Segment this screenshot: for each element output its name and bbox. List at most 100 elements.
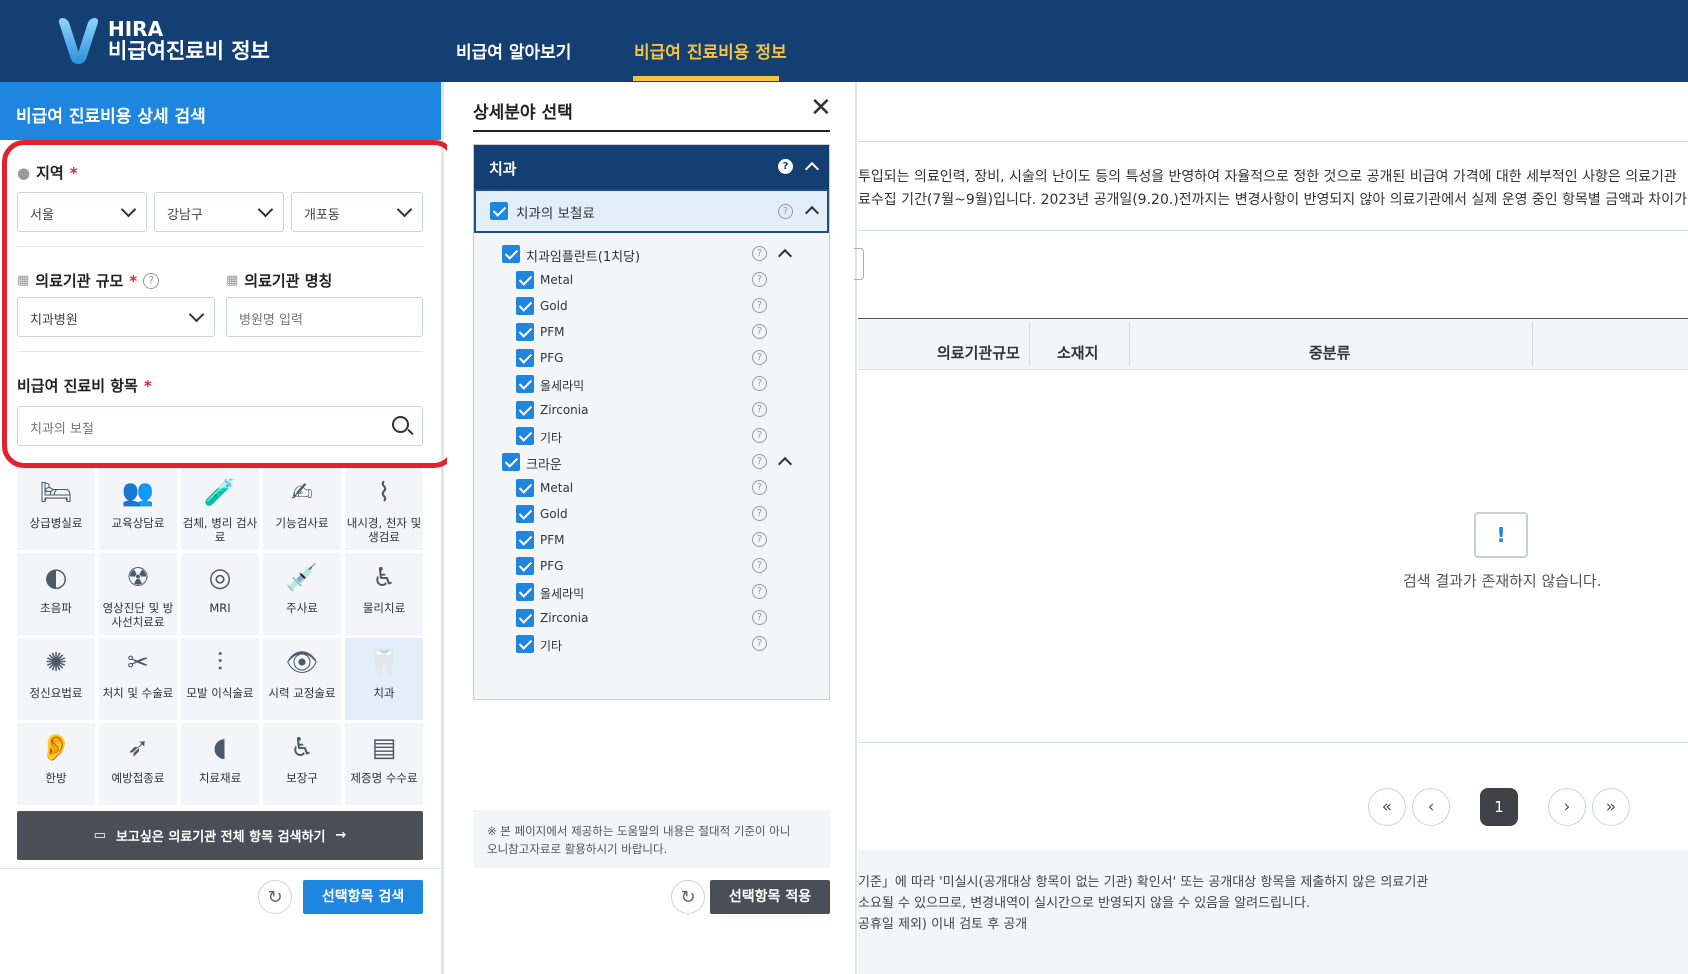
category-hair[interactable]: ⫶ 모발 이식술료 <box>181 638 259 720</box>
category-ultrasound[interactable]: ◐ 초음파 <box>17 553 95 635</box>
hospital-name-input[interactable]: 병원명 입력 <box>226 297 423 337</box>
checkbox[interactable] <box>516 557 534 575</box>
checkbox[interactable] <box>516 635 534 653</box>
tree-item-dental-prosthesis[interactable]: 치과의 보철료 ? <box>474 189 829 233</box>
tree-item[interactable]: Gold? <box>474 501 829 527</box>
help-icon[interactable]: ? <box>752 636 767 651</box>
region-dong-select[interactable]: 개포동 <box>291 192 423 232</box>
checkbox[interactable] <box>516 323 534 341</box>
tree-item[interactable]: Metal? <box>474 475 829 501</box>
help-icon[interactable]: ? <box>752 558 767 573</box>
category-acupuncture[interactable]: 👂 한방 <box>17 723 95 805</box>
checkbox[interactable] <box>516 297 534 315</box>
tree-item[interactable]: 올세라믹? <box>474 579 829 605</box>
search-selected-button[interactable]: 선택항목 검색 <box>303 880 423 914</box>
chevron-up-icon[interactable] <box>804 161 820 177</box>
checkbox[interactable] <box>516 349 534 367</box>
tree-group-group2[interactable]: 크라운? <box>474 449 829 475</box>
tree-header-dental[interactable]: 치과 ? <box>474 145 829 189</box>
category-function-test[interactable]: ✍ 기능검사료 <box>263 468 341 550</box>
tree-item[interactable]: PFM? <box>474 527 829 553</box>
tree-item[interactable]: PFM? <box>474 319 829 345</box>
help-icon[interactable]: ? <box>752 246 767 261</box>
help-icon[interactable]: ? <box>143 272 160 289</box>
item-search-input[interactable]: 치과의 보철 <box>17 406 423 446</box>
category-material[interactable]: ◖ 치료재료 <box>181 723 259 805</box>
category-specimen[interactable]: 🧪 검체, 병리 검사료 <box>181 468 259 550</box>
page-next-button[interactable]: › <box>1548 788 1586 826</box>
category-physical-therapy[interactable]: ♿ 물리치료 <box>345 553 423 635</box>
category-consultation[interactable]: 👥 교육상담료 <box>99 468 177 550</box>
tree-item[interactable]: 기타? <box>474 631 829 657</box>
close-icon[interactable]: ✕ <box>810 95 832 121</box>
nav-noncovered-info[interactable]: 비급여 알아보기 <box>456 38 571 63</box>
help-icon[interactable]: ? <box>752 402 767 417</box>
tree-item[interactable]: 올세라믹? <box>474 371 829 397</box>
category-eye[interactable]: 👁 시력 교정술료 <box>263 638 341 720</box>
page-first-button[interactable]: « <box>1368 788 1406 826</box>
full-search-button[interactable]: ▭ 보고싶은 의료기관 전체 항목 검색하기 → <box>17 811 423 860</box>
checkbox[interactable] <box>516 505 534 523</box>
tree-item[interactable]: PFG? <box>474 553 829 579</box>
chevron-up-icon[interactable] <box>777 456 793 472</box>
category-vaccine[interactable]: ➶ 예방접종료 <box>99 723 177 805</box>
checkbox[interactable] <box>516 609 534 627</box>
tree-item[interactable]: PFG? <box>474 345 829 371</box>
tree-group-group1[interactable]: 치과임플란트(1치당)? <box>474 241 829 267</box>
help-icon[interactable]: ? <box>752 584 767 599</box>
help-icon[interactable]: ? <box>752 324 767 339</box>
checkbox[interactable] <box>516 401 534 419</box>
category-brain[interactable]: ✺ 정신요법료 <box>17 638 95 720</box>
help-icon[interactable]: ? <box>778 159 793 174</box>
checkbox[interactable] <box>516 427 534 445</box>
checkbox[interactable] <box>490 202 508 220</box>
help-icon[interactable]: ? <box>752 350 767 365</box>
checkbox[interactable] <box>516 531 534 549</box>
tree-item[interactable]: Metal? <box>474 267 829 293</box>
checkbox[interactable] <box>516 271 534 289</box>
help-icon[interactable]: ? <box>752 506 767 521</box>
scale-select[interactable]: 치과병원 <box>17 297 215 337</box>
chevron-up-icon[interactable] <box>777 248 793 264</box>
reset-icon[interactable]: ↻ <box>258 880 292 914</box>
category-mri[interactable]: ◎ MRI <box>181 553 259 635</box>
category-syringe[interactable]: 💉 주사료 <box>263 553 341 635</box>
nav-noncovered-cost[interactable]: 비급여 진료비용 정보 <box>634 38 787 63</box>
help-icon[interactable]: ? <box>752 610 767 625</box>
category-radiology[interactable]: ☢ 영상진단 및 방사선치료료 <box>99 553 177 635</box>
hira-logo[interactable]: HIRA 비급여진료비 정보 <box>57 18 270 64</box>
category-tooth[interactable]: 🦷 치과 <box>345 638 423 720</box>
help-icon[interactable]: ? <box>752 480 767 495</box>
page-prev-button[interactable]: ‹ <box>1412 788 1450 826</box>
help-icon[interactable]: ? <box>752 298 767 313</box>
help-icon[interactable]: ? <box>752 428 767 443</box>
help-icon[interactable]: ? <box>752 454 767 469</box>
tree-item[interactable]: 기타? <box>474 423 829 449</box>
reset-icon[interactable]: ↻ <box>671 880 705 914</box>
checkbox[interactable] <box>516 375 534 393</box>
apply-selected-button[interactable]: 선택항목 적용 <box>710 880 830 914</box>
category-scalpel[interactable]: ✂ 처치 및 수술료 <box>99 638 177 720</box>
page-last-button[interactable]: » <box>1592 788 1630 826</box>
checkbox[interactable] <box>502 453 520 471</box>
help-icon[interactable]: ? <box>752 272 767 287</box>
checkbox[interactable] <box>516 583 534 601</box>
category-wheelchair[interactable]: ♿ 보장구 <box>263 723 341 805</box>
page-current-button[interactable]: 1 <box>1480 788 1518 826</box>
chevron-up-icon[interactable] <box>804 205 820 221</box>
category-hospital-bed[interactable]: 🛏 상급병실료 <box>17 468 95 550</box>
category-certificate[interactable]: ▤ 제증명 수수료 <box>345 723 423 805</box>
input-edge[interactable] <box>854 248 864 280</box>
help-icon[interactable]: ? <box>778 204 793 219</box>
tree-item[interactable]: Zirconia? <box>474 605 829 631</box>
checkbox[interactable] <box>516 479 534 497</box>
help-icon[interactable]: ? <box>752 376 767 391</box>
tree-item[interactable]: Zirconia? <box>474 397 829 423</box>
region-sido-select[interactable]: 서울 <box>17 192 147 232</box>
tree-item[interactable]: Gold? <box>474 293 829 319</box>
region-sigungu-select[interactable]: 강남구 <box>154 192 284 232</box>
category-endoscope[interactable]: ⌇ 내시경, 천자 및 생검료 <box>345 468 423 550</box>
search-icon[interactable] <box>392 416 414 436</box>
checkbox[interactable] <box>502 245 520 263</box>
help-icon[interactable]: ? <box>752 532 767 547</box>
